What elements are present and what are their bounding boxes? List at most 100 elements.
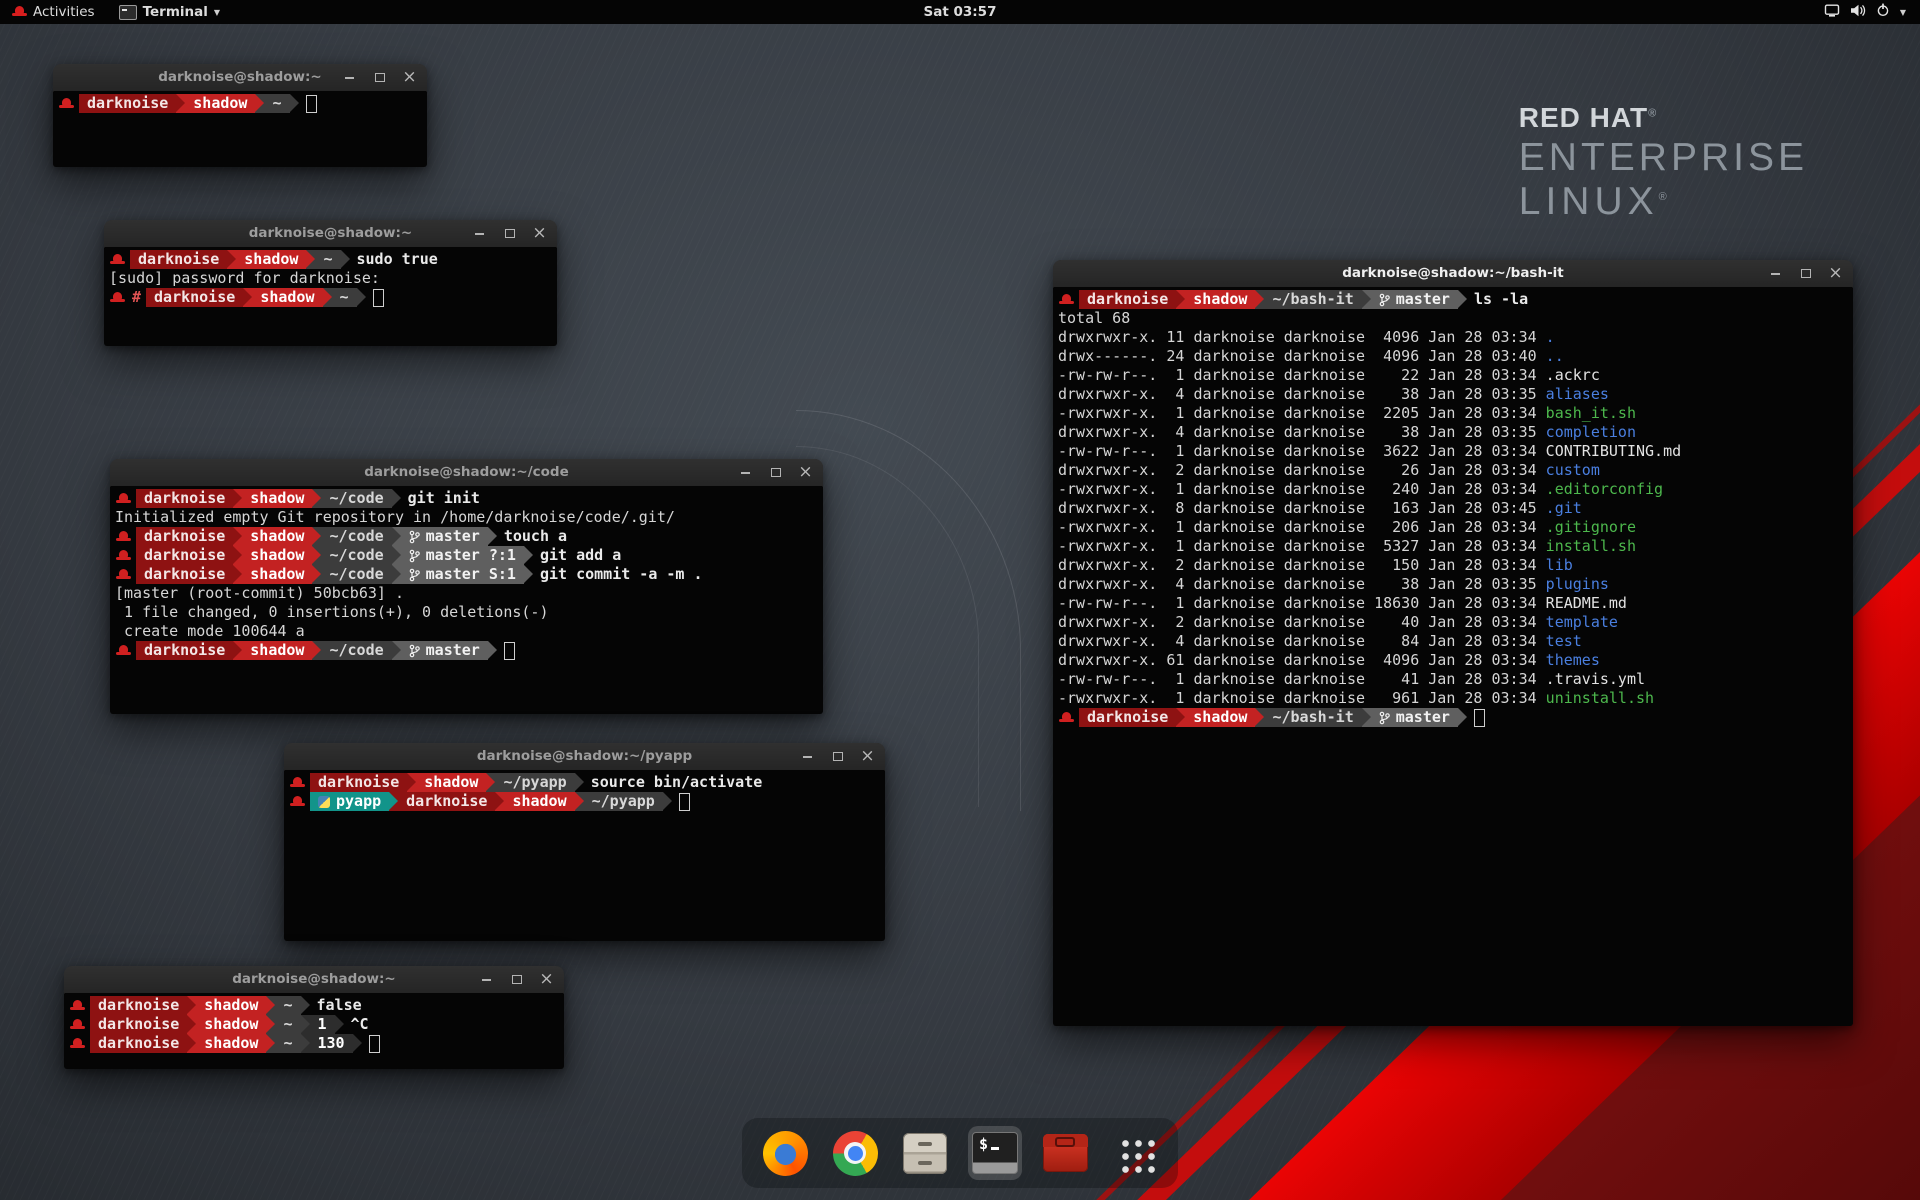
close-button[interactable]: × <box>540 973 553 987</box>
terminal-line: darknoiseshadow~130 <box>69 1034 559 1053</box>
window-titlebar[interactable]: darknoise@shadow:~× <box>53 64 427 92</box>
minimize-button[interactable] <box>473 227 486 241</box>
powerline-separator-icon <box>233 546 242 565</box>
terminal-window: darknoise@shadow:~/pyapp× darknoise shadow… <box>284 743 885 941</box>
segment-text: shadow <box>204 1015 258 1034</box>
window-titlebar[interactable]: darknoise@shadow:~/pyapp× <box>284 743 885 771</box>
file-name: bash_it.sh <box>1546 404 1636 423</box>
file-name: .travis.yml <box>1546 670 1645 689</box>
output-text: drwx------. 24 darknoise darknoise 4096 … <box>1058 347 1546 366</box>
minimize-button[interactable] <box>1769 267 1782 281</box>
powerline-separator-icon <box>1458 290 1467 309</box>
terminal-line: darknoiseshadow~/codemaster <box>115 641 818 660</box>
prompt-segment-git: master ?:1 <box>401 546 524 565</box>
maximize-button[interactable] <box>503 227 516 241</box>
prompt-segment-host: shadow <box>236 250 306 269</box>
command-text: source bin/activate <box>591 773 763 792</box>
window-titlebar[interactable]: darknoise@shadow:~× <box>104 220 557 248</box>
terminal-line: Initialized empty Git repository in /hom… <box>115 508 818 527</box>
window-titlebar[interactable]: darknoise@shadow:~× <box>64 966 564 994</box>
prompt-segment-path: ~/code <box>321 489 391 508</box>
segment-text: ~ <box>323 250 332 269</box>
maximize-button[interactable] <box>769 466 782 480</box>
maximize-button[interactable] <box>373 71 386 85</box>
prompt-segment-user: darknoise <box>90 996 187 1015</box>
prompt-segment-host: shadow <box>242 489 312 508</box>
terminal-content[interactable]: darknoiseshadow~falsedarknoiseshadow~1^C… <box>65 993 563 1068</box>
minimize-button[interactable] <box>739 466 752 480</box>
terminal-content[interactable]: darknoiseshadow~/bash-itmasterls -latota… <box>1054 287 1852 1025</box>
dock-item-terminal[interactable] <box>968 1126 1022 1180</box>
powerline-separator-icon <box>301 996 310 1015</box>
windows-layer: darknoise@shadow:~×darknoiseshadow~darkn… <box>0 0 1920 1200</box>
redhat-icon <box>116 567 131 582</box>
minimize-button[interactable] <box>801 750 814 764</box>
powerline-separator-icon <box>301 1034 310 1053</box>
file-name: .. <box>1546 347 1564 366</box>
powerline-separator-icon <box>1176 290 1185 309</box>
prompt-segment-path: ~ <box>264 94 289 113</box>
segment-text: master S:1 <box>426 565 516 584</box>
close-button[interactable]: × <box>861 750 874 764</box>
activities-button[interactable]: Activities <box>0 0 107 24</box>
powerline-separator-icon <box>495 792 504 811</box>
terminal-content[interactable]: darknoiseshadow~/pyappsource bin/activat… <box>285 770 884 940</box>
file-name: test <box>1546 632 1582 651</box>
firefox-icon <box>763 1131 808 1176</box>
close-button[interactable]: × <box>403 71 416 85</box>
system-status-area[interactable]: ▼ <box>1816 0 1914 24</box>
file-name: completion <box>1546 423 1636 442</box>
terminal-content[interactable]: darknoise shadow ~ <box>54 91 426 166</box>
powerline-separator-icon <box>524 546 533 565</box>
window-titlebar[interactable]: darknoise@shadow:~/bash-it × <box>1053 260 1853 288</box>
prompt-segment-user: darknoise <box>79 94 176 113</box>
terminal-line: -rw-rw-r--. 1 darknoise darknoise 3622 J… <box>1058 442 1848 461</box>
terminal-content[interactable]: darknoiseshadow~sudo true[sudo] password… <box>105 247 556 345</box>
powerline-separator-icon <box>392 641 401 660</box>
maximize-button[interactable] <box>831 750 844 764</box>
powerline-separator-icon <box>575 792 584 811</box>
maximize-button[interactable] <box>510 973 523 987</box>
output-text: -rw-rw-r--. 1 darknoise darknoise 3622 J… <box>1058 442 1546 461</box>
close-button[interactable]: × <box>799 466 812 480</box>
git-branch-icon <box>1379 711 1390 725</box>
window-titlebar[interactable]: darknoise@shadow:~/code× <box>110 459 823 487</box>
output-text: drwxrwxr-x. 4 darknoise darknoise 38 Jan… <box>1058 575 1546 594</box>
output-text: drwxrwxr-x. 8 darknoise darknoise 163 Ja… <box>1058 499 1546 518</box>
segment-text: darknoise <box>318 773 399 792</box>
dock-item-files[interactable] <box>898 1126 952 1180</box>
powerline-separator-icon <box>301 1015 310 1034</box>
dock-item-chrome[interactable] <box>828 1126 882 1180</box>
redhat-icon <box>1059 710 1074 725</box>
dock-item-toolbox[interactable] <box>1038 1126 1092 1180</box>
file-name: template <box>1546 613 1618 632</box>
segment-text: shadow <box>250 489 304 508</box>
powerline-separator-icon <box>255 94 264 113</box>
prompt-segment-user: darknoise <box>146 288 243 307</box>
maximize-button[interactable] <box>1799 267 1812 281</box>
prompt-segment-host: shadow <box>185 94 255 113</box>
terminal-content[interactable]: darknoiseshadow~/codegit initInitialized… <box>111 486 822 713</box>
prompt-segment-host: shadow <box>196 1034 266 1053</box>
segment-text: darknoise <box>98 1034 179 1053</box>
dock-item-app-grid[interactable] <box>1108 1126 1162 1180</box>
segment-text: shadow <box>512 792 566 811</box>
dock-item-firefox[interactable] <box>758 1126 812 1180</box>
minimize-button[interactable] <box>480 973 493 987</box>
close-button[interactable]: × <box>533 227 546 241</box>
window-controls: × <box>739 459 812 486</box>
segment-text: darknoise <box>98 1015 179 1034</box>
prompt-segment-host: shadow <box>1185 708 1255 727</box>
segment-text: shadow <box>260 288 314 307</box>
segment-text: 130 <box>318 1034 345 1053</box>
close-button[interactable]: × <box>1829 267 1842 281</box>
window-title: darknoise@shadow:~/bash-it <box>1123 260 1783 287</box>
file-name: aliases <box>1546 385 1609 404</box>
terminal-line: darknoiseshadow~/codemaster ?:1git add a <box>115 546 818 565</box>
output-text: drwxrwxr-x. 4 darknoise darknoise 84 Jan… <box>1058 632 1546 651</box>
clock[interactable]: Sat 03:57 <box>924 4 997 20</box>
segment-text: darknoise <box>138 250 219 269</box>
minimize-button[interactable] <box>343 71 356 85</box>
app-menu[interactable]: Terminal ▼ <box>107 0 232 24</box>
powerline-separator-icon <box>312 546 321 565</box>
